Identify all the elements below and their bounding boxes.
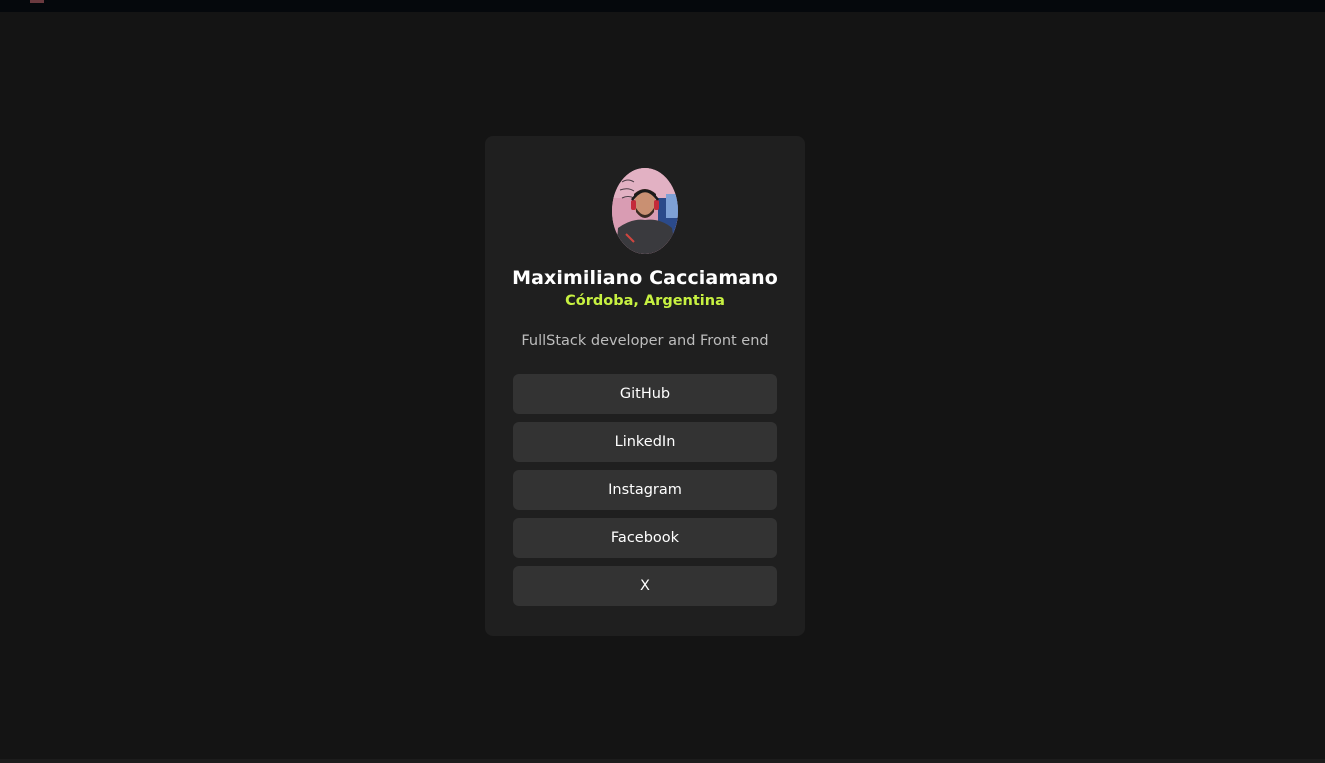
profile-card: Maximiliano Cacciamano Córdoba, Argentin… [485,136,805,636]
bottom-edge [0,759,1325,763]
tab-favicon-icon [30,0,44,3]
facebook-link-button[interactable]: Facebook [513,518,777,558]
x-link-button[interactable]: X [513,566,777,606]
instagram-link-button[interactable]: Instagram [513,470,777,510]
profile-name: Maximiliano Cacciamano [512,267,778,289]
linkedin-link-button[interactable]: LinkedIn [513,422,777,462]
social-links: GitHub LinkedIn Instagram Facebook X [513,374,777,606]
avatar-photo-icon [612,168,678,254]
profile-bio: FullStack developer and Front end [521,333,769,349]
browser-top-bar [0,0,1325,12]
avatar [612,168,678,254]
profile-location: Córdoba, Argentina [565,293,725,309]
github-link-button[interactable]: GitHub [513,374,777,414]
